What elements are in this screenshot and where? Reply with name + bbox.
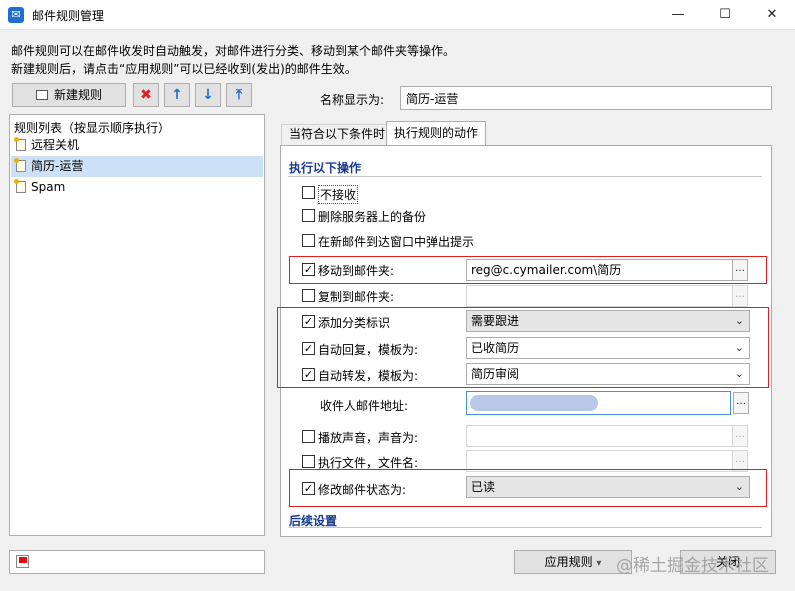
section-divider [288, 176, 762, 177]
move-down-button[interactable]: ↓ [195, 83, 221, 107]
delete-icon: ✖ [140, 87, 152, 103]
new-rule-label: 新建规则 [53, 88, 102, 102]
reject-checkbox[interactable] [302, 186, 315, 199]
play-sound-checkbox[interactable] [302, 430, 315, 443]
arrow-down-icon: ↓ [202, 87, 214, 103]
rule-list[interactable]: 规则列表（按显示顺序执行） 远程关机 简历-运营 Spam [9, 114, 265, 536]
window-title: 邮件规则管理 [32, 9, 105, 23]
chevron-down-icon: ⌄ [734, 367, 744, 380]
auto-reply-checkbox[interactable]: ✓ [302, 342, 315, 355]
tab-actions[interactable]: 执行规则的动作 [386, 121, 487, 145]
rule-item-label: Spam [31, 180, 66, 194]
new-rule-icon [35, 90, 48, 100]
arrow-up-icon: ↑ [171, 87, 183, 103]
move-top-button[interactable]: ⤒ [226, 83, 252, 107]
tab-conditions[interactable]: 当符合以下条件时 [281, 124, 394, 145]
rule-list-header: 规则列表（按显示顺序执行） [14, 121, 171, 135]
watermark: @稀土掘金技术社区 [616, 556, 769, 576]
delete-rule-button[interactable]: ✖ [133, 83, 159, 107]
forward-template-select[interactable]: 简历审阅 ⌄ [466, 363, 750, 385]
browse-move-folder-button[interactable]: … [732, 259, 748, 281]
copy-to-folder-label: 复制到邮件夹: [318, 290, 395, 304]
auto-reply-label: 自动回复，模板为: [318, 343, 419, 357]
copy-to-folder-checkbox[interactable] [302, 289, 315, 302]
apply-rules-label: 应用规则 [544, 555, 593, 569]
move-to-folder-checkbox[interactable]: ✓ [302, 263, 315, 276]
move-folder-input[interactable]: reg@c.cymailer.com\简历 [466, 259, 733, 281]
move-to-folder-label: 移动到邮件夹: [318, 264, 395, 278]
play-sound-label: 播放声音，声音为: [318, 431, 419, 445]
new-rule-button[interactable]: 新建规则 [12, 83, 126, 107]
rule-item-remote-shutdown[interactable]: 远程关机 [11, 135, 263, 156]
dropdown-arrow-icon: ▾ [596, 558, 602, 569]
run-file-checkbox[interactable] [302, 455, 315, 468]
browse-copy-folder-button[interactable]: … [732, 285, 748, 307]
reject-label: 不接收 [318, 185, 359, 204]
add-tag-checkbox[interactable]: ✓ [302, 315, 315, 328]
description-line-1: 邮件规则可以在邮件收发时自动触发，对邮件进行分类、移动到某个邮件夹等操作。 [11, 44, 456, 58]
rule-icon [14, 158, 26, 172]
reply-template-select[interactable]: 已收简历 ⌄ [466, 337, 750, 359]
apply-rules-button[interactable]: 应用规则 ▾ [514, 550, 632, 574]
reply-template-value: 已收简历 [471, 341, 520, 355]
arrow-top-icon: ⤒ [235, 87, 243, 103]
flag-icon [16, 555, 29, 568]
blurred-email-address [470, 395, 598, 411]
popup-checkbox[interactable] [302, 234, 315, 247]
move-up-button[interactable]: ↑ [164, 83, 190, 107]
change-status-checkbox[interactable]: ✓ [302, 482, 315, 495]
delete-server-copy-label: 删除服务器上的备份 [318, 210, 427, 224]
browse-sound-button[interactable]: … [732, 425, 748, 447]
rule-name-input[interactable]: 简历-运营 [400, 86, 772, 110]
section-title-actions: 执行以下操作 [289, 161, 362, 175]
auto-forward-checkbox[interactable]: ✓ [302, 368, 315, 381]
maximize-button[interactable]: ☐ [702, 0, 748, 30]
add-tag-label: 添加分类标识 [318, 316, 391, 330]
minimize-button[interactable]: — [655, 0, 701, 30]
popup-label: 在新邮件到达窗口中弹出提示 [318, 235, 475, 249]
tag-select[interactable]: 需要跟进 ⌄ [466, 310, 750, 332]
rule-icon [14, 137, 26, 151]
forward-template-value: 简历审阅 [471, 367, 520, 381]
followup-divider [288, 527, 762, 528]
description-line-2: 新建规则后，请点击“应用规则”可以已经收到(发出)的邮件生效。 [11, 62, 357, 76]
rule-item-label: 远程关机 [31, 138, 80, 152]
mail-icon: ✉ [8, 7, 24, 23]
change-status-label: 修改邮件状态为: [318, 483, 407, 497]
tag-select-value: 需要跟进 [471, 314, 520, 328]
chevron-down-icon: ⌄ [734, 314, 744, 327]
sound-file-input[interactable] [466, 425, 733, 447]
close-window-button[interactable]: ✕ [749, 0, 795, 30]
browse-recipient-button[interactable]: … [733, 392, 749, 414]
chevron-down-icon: ⌄ [734, 341, 744, 354]
recipient-label: 收件人邮件地址: [320, 399, 409, 413]
delete-server-copy-checkbox[interactable] [302, 209, 315, 222]
rule-item-resume-ops[interactable]: 简历-运营 [11, 156, 263, 177]
auto-forward-label: 自动转发，模板为: [318, 369, 419, 383]
name-label: 名称显示为: [320, 93, 385, 107]
rule-icon [14, 179, 26, 193]
rule-item-spam[interactable]: Spam [11, 177, 263, 198]
chevron-down-icon: ⌄ [734, 480, 744, 493]
copy-folder-input[interactable] [466, 285, 733, 307]
rule-item-label: 简历-运营 [31, 159, 84, 173]
status-select[interactable]: 已读 ⌄ [466, 476, 750, 498]
status-select-value: 已读 [471, 480, 496, 494]
flag-field[interactable] [9, 550, 265, 574]
